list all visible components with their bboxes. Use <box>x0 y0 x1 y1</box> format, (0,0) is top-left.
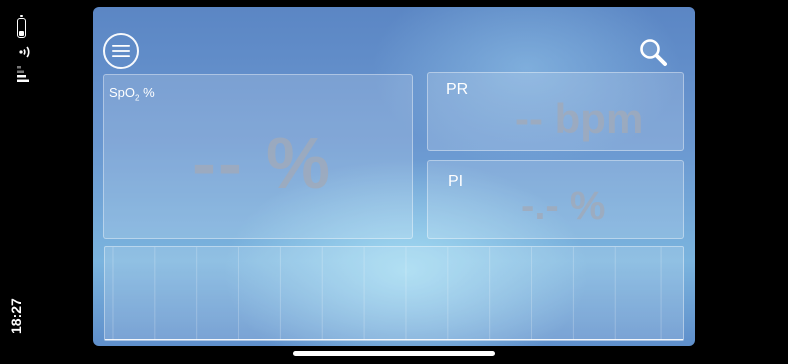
pulse-rate-card: PR -- bpm <box>427 72 684 151</box>
pulse-rate-value: -- bpm <box>515 95 644 142</box>
waveform-grid <box>112 247 662 340</box>
perfusion-index-card: PI -.- % <box>427 160 684 239</box>
perfusion-index-value: -.- % <box>521 184 606 228</box>
waveform-baseline <box>105 338 683 340</box>
pulse-rate-label: PR <box>446 81 469 98</box>
spo2-card: SpO2 % -- % <box>103 74 413 239</box>
perfusion-index-label: PI <box>448 173 464 190</box>
home-indicator[interactable] <box>293 351 495 356</box>
menu-button[interactable] <box>103 33 139 69</box>
waveform-panel <box>104 246 684 341</box>
spo2-label: SpO2 % <box>109 85 155 103</box>
app-window: SpO2 % -- % PR -- bpm PI -.- % <box>93 7 695 346</box>
hamburger-menu-icon <box>112 45 130 57</box>
search-button[interactable] <box>638 37 668 67</box>
status-time: 18:27 <box>8 298 24 334</box>
wifi-icon <box>19 46 30 58</box>
spo2-value: -- % <box>192 124 332 204</box>
cellular-signal-icon <box>17 66 29 82</box>
status-bar: 18:27 <box>0 0 48 364</box>
battery-icon <box>17 15 26 38</box>
